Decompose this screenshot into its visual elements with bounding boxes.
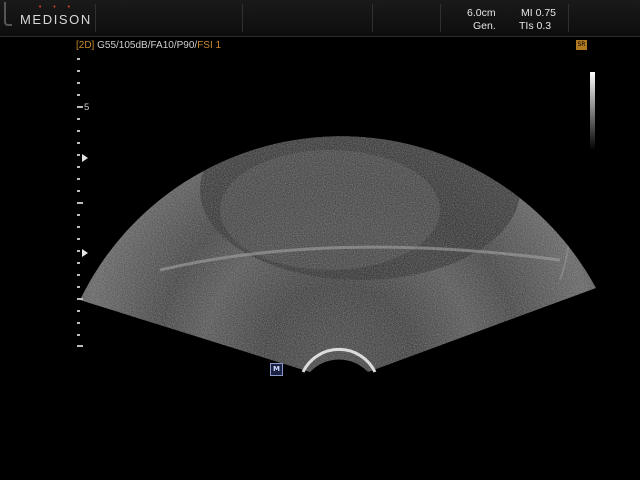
scale-tick bbox=[77, 334, 80, 336]
scale-tick bbox=[77, 202, 83, 204]
scale-tick bbox=[77, 322, 80, 324]
scale-tick bbox=[77, 274, 80, 276]
sector-fan bbox=[80, 136, 596, 373]
focus-marker-icon[interactable] bbox=[82, 249, 88, 257]
scale-tick bbox=[77, 142, 80, 144]
scale-tick bbox=[77, 166, 80, 168]
scale-tick bbox=[77, 190, 80, 192]
scale-tick bbox=[77, 345, 83, 347]
scale-tick bbox=[77, 58, 80, 60]
scale-tick bbox=[77, 262, 80, 264]
scale-tick bbox=[77, 286, 80, 288]
scale-tick bbox=[77, 106, 83, 108]
scale-tick bbox=[77, 298, 83, 300]
focus-marker-icon[interactable] bbox=[82, 154, 88, 162]
scale-tick bbox=[77, 178, 80, 180]
scale-tick bbox=[77, 130, 80, 132]
scale-tick bbox=[77, 226, 80, 228]
scale-tick bbox=[77, 94, 80, 96]
scale-tick bbox=[77, 82, 80, 84]
scale-tick bbox=[77, 214, 80, 216]
scale-tick bbox=[77, 310, 80, 312]
scale-tick bbox=[77, 238, 80, 240]
scale-tick bbox=[77, 154, 80, 156]
orientation-marker: M bbox=[270, 363, 283, 376]
scale-tick bbox=[77, 250, 80, 252]
scale-depth-label: 5 bbox=[84, 102, 90, 113]
scale-tick bbox=[77, 118, 80, 120]
ultrasound-image bbox=[80, 136, 596, 373]
scale-tick bbox=[77, 70, 80, 72]
